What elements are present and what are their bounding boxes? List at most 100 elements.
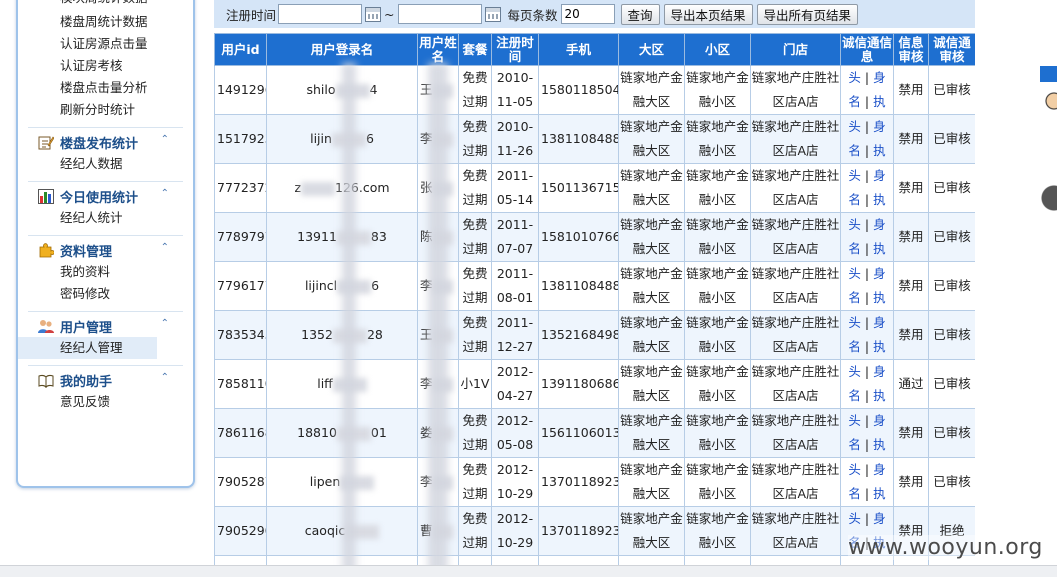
table-row[interactable]: 7905287lipen李免费过期2012-10-2913701189234链家… <box>214 457 975 507</box>
sidebar-item-building-click-analysis[interactable]: 楼盘点击量分析 <box>18 77 193 99</box>
sidebar-section-user-management[interactable]: 用户管理 ⌃ <box>28 311 183 337</box>
chevron-up-icon[interactable]: ⌃ <box>161 372 169 383</box>
export-all-button[interactable]: 导出所有页结果 <box>756 3 859 25</box>
id-card-link[interactable]: 身 <box>873 168 886 183</box>
avatar-photo-link[interactable]: 头 <box>848 217 861 232</box>
id-card-link[interactable]: 身 <box>873 217 886 232</box>
sidebar-item-agent-data[interactable]: 经纪人数据 <box>18 153 193 175</box>
calendar-icon[interactable] <box>484 6 501 22</box>
license-link[interactable]: 执 <box>873 143 886 158</box>
business-card-link[interactable]: 名 <box>848 143 861 158</box>
chevron-up-icon[interactable]: ⌃ <box>161 188 169 199</box>
chevron-up-icon[interactable]: ⌃ <box>161 134 169 145</box>
table-row[interactable]: 7772372z126.com张免费过期2011-05-141501136715… <box>214 163 975 213</box>
avatar-photo-link[interactable]: 头 <box>848 413 861 428</box>
plan-cell: 免费过期 <box>458 310 492 360</box>
column-header: 用户登录名 <box>266 33 418 66</box>
integrity-info-cell: 头 | 身名 | 执 <box>840 114 894 164</box>
ad-top-block <box>1040 66 1057 82</box>
license-link[interactable]: 执 <box>873 388 886 403</box>
side-ad-partial[interactable] <box>1040 66 1057 356</box>
sidebar-item-change-password[interactable]: 密码修改 <box>18 283 193 305</box>
avatar-photo-link[interactable]: 头 <box>848 364 861 379</box>
avatar-photo-link[interactable]: 头 <box>848 511 861 526</box>
table-row[interactable]: 1517923lijin6李免费过期2010-11-2613811084886链… <box>214 114 975 164</box>
sidebar-section-profile[interactable]: 资料管理 ⌃ <box>28 235 183 261</box>
avatar-photo-link[interactable]: 头 <box>848 315 861 330</box>
avatar-photo-link[interactable]: 头 <box>848 119 861 134</box>
table-row[interactable]: 77897971391183陈免费过期2011-07-0715810107660… <box>214 212 975 262</box>
export-page-button[interactable]: 导出本页结果 <box>663 3 753 25</box>
sidebar-section-building-publish[interactable]: 楼盘发布统计 ⌃ <box>28 127 183 153</box>
link-separator: | <box>860 94 874 109</box>
sidebar-item-my-profile[interactable]: 我的资料 <box>18 261 193 283</box>
business-card-link[interactable]: 名 <box>848 94 861 109</box>
business-card-link[interactable]: 名 <box>848 339 861 354</box>
table-row[interactable]: 1491296shilo4王免费过期2010-11-0515801185040链… <box>214 65 975 115</box>
business-card-link[interactable]: 名 <box>848 437 861 452</box>
region-cell: 链家地产金融大区 <box>618 65 685 115</box>
license-link[interactable]: 执 <box>873 192 886 207</box>
sidebar-item-agent-stats[interactable]: 经纪人统计 <box>18 207 193 229</box>
license-link[interactable]: 执 <box>873 486 886 501</box>
avatar-photo-link[interactable]: 头 <box>848 462 861 477</box>
sidebar-item-certified-review[interactable]: 认证房考核 <box>18 55 193 77</box>
business-card-link[interactable]: 名 <box>848 290 861 305</box>
agent-table-container[interactable]: 用户id 用户登录名 用户姓名 套餐 注册时间 手机 大区 小区 门店 诚信通信息 信息审核 诚信通审… <box>214 33 975 577</box>
sidebar-item-feedback[interactable]: 意见反馈 <box>18 391 193 413</box>
table-row[interactable]: 7796177lijincl6李免费过期2011-08-011381108488… <box>214 261 975 311</box>
id-card-link[interactable]: 身 <box>873 364 886 379</box>
business-card-link[interactable]: 名 <box>848 192 861 207</box>
phone-cell: 13911806865 <box>538 359 619 409</box>
date-from-input[interactable] <box>278 4 363 24</box>
id-card-link[interactable]: 身 <box>873 266 886 281</box>
integrity-info-cell: 头 | 身名 | 执 <box>840 408 894 458</box>
login-text: lijincl <box>304 278 338 293</box>
sidebar-item-module-weekly[interactable]: 模块周统计数据 <box>18 0 193 11</box>
info-audit-cell: 禁用 <box>893 261 929 311</box>
book-icon <box>38 373 54 389</box>
business-card-link[interactable]: 名 <box>848 388 861 403</box>
table-row[interactable]: 7858110liff李小1V2012-04-2713911806865链家地产… <box>214 359 975 409</box>
avatar-photo-link[interactable]: 头 <box>848 168 861 183</box>
table-row[interactable]: 78611681881001娄免费过期2012-05-0815611060132… <box>214 408 975 458</box>
date-to-input[interactable] <box>397 4 482 24</box>
license-link[interactable]: 执 <box>873 290 886 305</box>
sidebar-section-title: 今日使用统计 <box>60 191 139 206</box>
calendar-icon[interactable] <box>365 6 382 22</box>
id-card-link[interactable]: 身 <box>873 70 886 85</box>
avatar-photo-link[interactable]: 头 <box>848 70 861 85</box>
sidebar-item-building-weekly[interactable]: 楼盘周统计数据 <box>18 11 193 33</box>
page-size-input[interactable] <box>560 4 615 24</box>
sidebar-item-agent-management[interactable]: 经纪人管理 <box>18 337 157 359</box>
avatar-photo-link[interactable]: 头 <box>848 266 861 281</box>
region-cell: 链家地产金融大区 <box>618 163 685 213</box>
id-card-link[interactable]: 身 <box>873 119 886 134</box>
login-text-tail: 6 <box>365 131 374 146</box>
sidebar-item-certified-clicks[interactable]: 认证房源点击量 <box>18 33 193 55</box>
sidebar-section-title: 资料管理 <box>60 245 113 260</box>
chevron-up-icon[interactable]: ⌃ <box>161 242 169 253</box>
integrity-audit-cell: 已审核 <box>928 359 975 409</box>
query-button[interactable]: 查询 <box>620 3 660 25</box>
license-link[interactable]: 执 <box>873 437 886 452</box>
business-card-link[interactable]: 名 <box>848 241 861 256</box>
reg-date-cell: 2011-08-01 <box>491 261 539 311</box>
sidebar-item-refresh-stats[interactable]: 刷新分时统计 <box>18 99 193 121</box>
id-card-link[interactable]: 身 <box>873 315 886 330</box>
id-card-link[interactable]: 身 <box>873 511 886 526</box>
license-link[interactable]: 执 <box>873 94 886 109</box>
column-header: 诚信通信息 <box>840 33 894 66</box>
table-row[interactable]: 7835345135228王免费过期2011-12-2713521684980链… <box>214 310 975 360</box>
license-link[interactable]: 执 <box>873 241 886 256</box>
chevron-up-icon[interactable]: ⌃ <box>161 318 169 329</box>
business-card-link[interactable]: 名 <box>848 486 861 501</box>
id-card-link[interactable]: 身 <box>873 413 886 428</box>
integrity-info-cell: 头 | 身名 | 执 <box>840 163 894 213</box>
integrity-audit-cell: 已审核 <box>928 212 975 262</box>
plan-cell: 小1V <box>458 359 492 409</box>
license-link[interactable]: 执 <box>873 339 886 354</box>
sidebar-section-today-usage[interactable]: 今日使用统计 ⌃ <box>28 181 183 207</box>
sidebar-section-assistant[interactable]: 我的助手 ⌃ <box>28 365 183 391</box>
id-card-link[interactable]: 身 <box>873 462 886 477</box>
